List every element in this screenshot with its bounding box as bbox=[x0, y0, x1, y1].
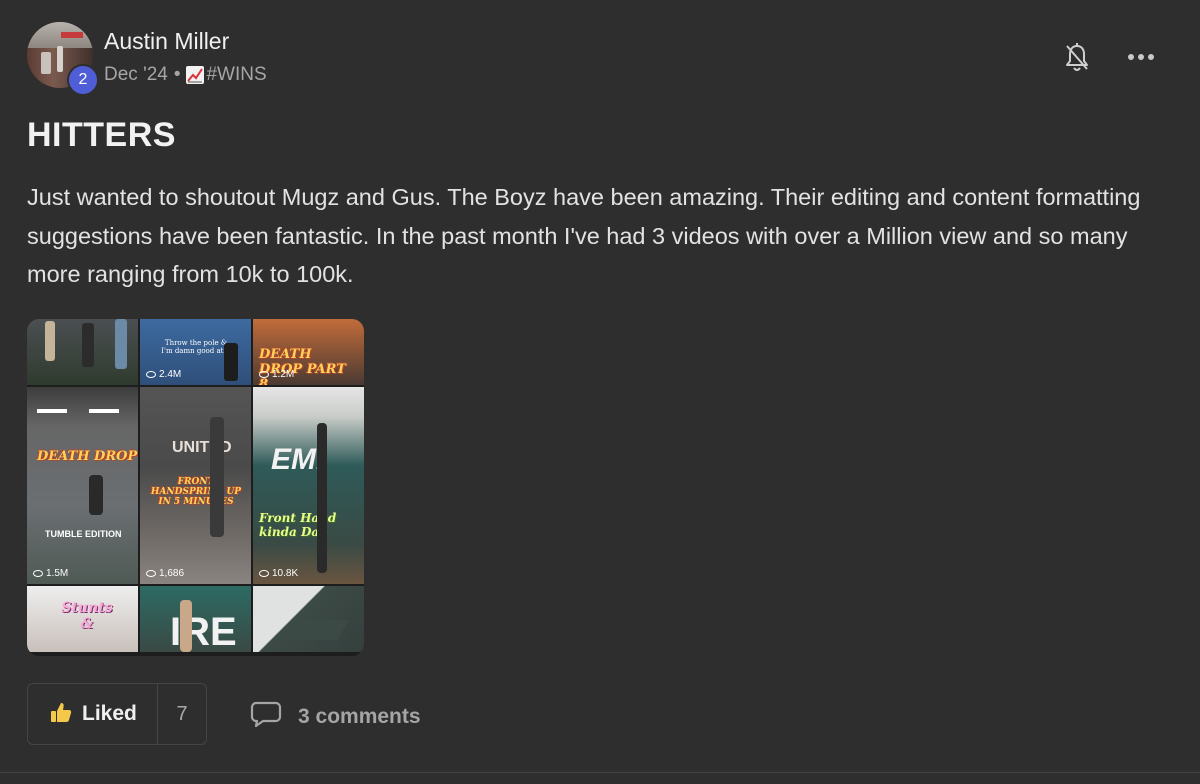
tile-title: DEATH DROP bbox=[37, 449, 138, 464]
media-tile[interactable]: IRE bbox=[140, 586, 251, 652]
thumbs-up-icon bbox=[50, 701, 72, 728]
view-count: 10.8K bbox=[259, 568, 298, 579]
post-title: HITTERS bbox=[27, 116, 176, 154]
comments-label: 3 comments bbox=[298, 704, 421, 728]
post-divider bbox=[0, 772, 1200, 773]
post-body: Just wanted to shoutout Mugz and Gus. Th… bbox=[27, 184, 1141, 287]
media-tile[interactable]: DEATH DROP TUMBLE EDITION 1.5M bbox=[27, 387, 138, 584]
media-tile[interactable]: Stunts & bbox=[27, 586, 138, 652]
post-category[interactable]: #WINS bbox=[206, 64, 266, 86]
chart-up-icon bbox=[186, 66, 205, 84]
post-date[interactable]: Dec '24 bbox=[104, 64, 168, 86]
meta-separator: • bbox=[173, 64, 181, 85]
comments-button[interactable]: 3 comments bbox=[250, 700, 421, 733]
view-count: 1,686 bbox=[146, 568, 184, 579]
media-tile[interactable]: EMI Front Hand kinda Day 10.8K bbox=[253, 387, 364, 584]
media-tile[interactable]: UNITED FRONT HANDSPRING UP IN 5 MINUTES … bbox=[140, 387, 251, 584]
post-meta: Dec '24 • #WINS bbox=[104, 64, 267, 86]
media-tile[interactable]: DEATH DROP PART 8 1.2M bbox=[253, 319, 364, 385]
author-name[interactable]: Austin Miller bbox=[104, 28, 229, 55]
media-grid[interactable]: Throw the pole & I'm damn good at it 2.4… bbox=[27, 319, 364, 656]
comment-icon bbox=[250, 700, 282, 733]
tile-caption: TUMBLE EDITION bbox=[45, 529, 122, 539]
media-tile[interactable] bbox=[27, 319, 138, 385]
view-count: 2.4M bbox=[146, 369, 181, 380]
like-label: Liked bbox=[82, 702, 137, 725]
more-options-icon[interactable] bbox=[1124, 46, 1158, 68]
tile-title: Stunts & bbox=[61, 600, 113, 632]
like-count[interactable]: 7 bbox=[158, 684, 206, 744]
media-tile[interactable] bbox=[253, 586, 364, 652]
level-badge: 2 bbox=[67, 64, 99, 96]
tile-title: FRONT HANDSPRING UP IN 5 MINUTES bbox=[150, 477, 242, 507]
author-avatar[interactable]: 2 bbox=[27, 22, 99, 96]
bell-off-icon[interactable] bbox=[1064, 42, 1090, 74]
media-tile[interactable]: Throw the pole & I'm damn good at it 2.4… bbox=[140, 319, 251, 385]
like-button[interactable]: Liked bbox=[28, 684, 158, 744]
view-count: 1.2M bbox=[259, 369, 294, 380]
tile-caption: Throw the pole & I'm damn good at it bbox=[161, 339, 231, 355]
like-group: Liked 7 bbox=[27, 683, 207, 745]
view-count: 1.5M bbox=[33, 568, 68, 579]
tile-title: Front Hand kinda Day bbox=[259, 511, 337, 539]
